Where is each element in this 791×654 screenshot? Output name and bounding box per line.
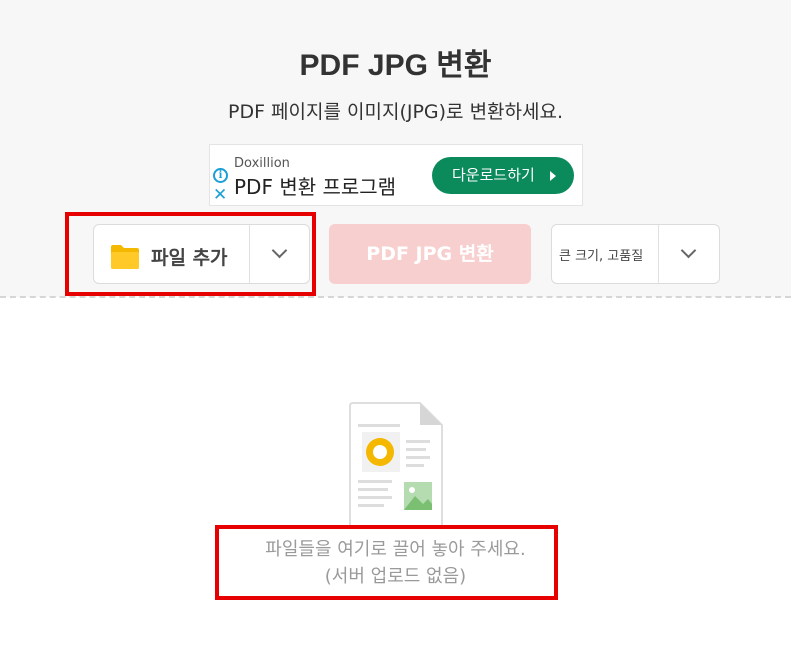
close-icon[interactable]: ✕ [213, 187, 227, 204]
add-file-label: 파일 추가 [151, 247, 228, 269]
page-subtitle: PDF 페이지를 이미지(JPG)로 변환하세요. [227, 101, 564, 123]
ad-brand: Doxillion [234, 156, 290, 171]
add-file-button[interactable]: 파일 추가 [94, 225, 249, 283]
add-file-dropdown[interactable] [250, 225, 310, 283]
chevron-down-icon [680, 242, 697, 259]
quality-label: 큰 크기, 고품질 [559, 249, 644, 264]
add-file-control: 파일 추가 [93, 224, 310, 284]
drop-instructions: 파일들을 여기로 끌어 놓아 주세요. (서버 업로드 없음) [215, 536, 576, 590]
play-arrow-icon [550, 171, 556, 181]
download-button-label: 다운로드하기 [452, 166, 535, 184]
folder-icon [111, 245, 139, 269]
ad-banner[interactable]: i ✕ Doxillion PDF 변환 프로그램 다운로드하기 [209, 144, 583, 206]
document-icon [349, 402, 443, 528]
info-icon[interactable]: i [213, 168, 228, 183]
ad-title[interactable]: PDF 변환 프로그램 [234, 171, 396, 200]
quality-dropdown[interactable] [659, 225, 719, 283]
quality-select[interactable]: 큰 크기, 고품질 [551, 224, 720, 284]
drop-text-line1: 파일들을 여기로 끌어 놓아 주세요. [265, 539, 526, 560]
page-title: PDF JPG 변환 [299, 49, 492, 82]
download-button[interactable]: 다운로드하기 [432, 157, 574, 194]
chevron-down-icon [271, 242, 288, 259]
drop-text-line2: (서버 업로드 없음) [324, 566, 467, 587]
convert-button[interactable]: PDF JPG 변환 [329, 224, 531, 284]
